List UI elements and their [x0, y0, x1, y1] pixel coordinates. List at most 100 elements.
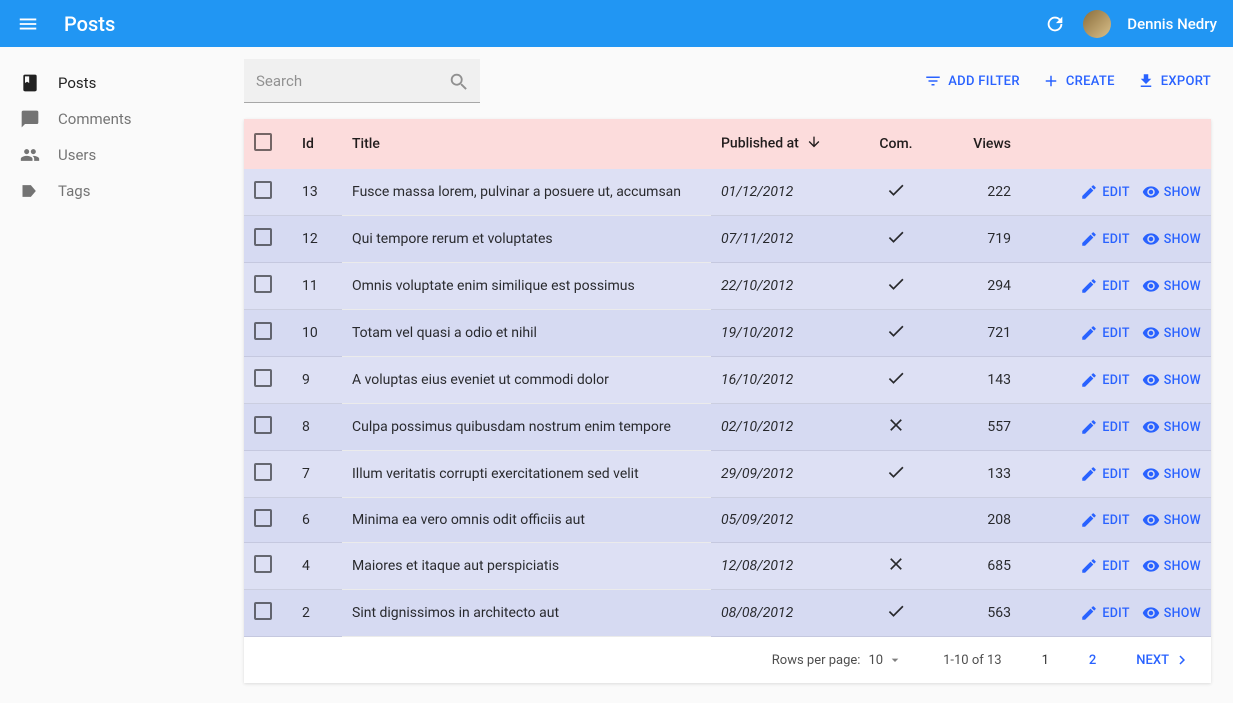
edit-button[interactable]: EDIT — [1080, 371, 1129, 389]
check-icon — [886, 282, 906, 298]
edit-button[interactable]: EDIT — [1080, 418, 1129, 436]
data-table-card: Id Title Published at Com. Views 13Fusce… — [244, 119, 1211, 683]
edit-button[interactable]: EDIT — [1080, 604, 1129, 622]
edit-button[interactable]: EDIT — [1080, 511, 1129, 529]
edit-button[interactable]: EDIT — [1080, 230, 1129, 248]
row-checkbox[interactable] — [254, 463, 272, 481]
cell-published: 22/10/2012 — [711, 263, 861, 310]
menu-button[interactable] — [16, 12, 40, 36]
col-views[interactable]: Views — [931, 119, 1021, 169]
export-button[interactable]: EXPORT — [1137, 72, 1211, 90]
edit-button[interactable]: EDIT — [1080, 557, 1129, 575]
select-all-checkbox[interactable] — [254, 133, 272, 151]
col-id[interactable]: Id — [292, 119, 342, 169]
avatar[interactable] — [1083, 10, 1111, 38]
cell-views: 563 — [931, 590, 1021, 637]
row-checkbox[interactable] — [254, 555, 272, 573]
cell-com — [861, 543, 931, 590]
people-icon — [20, 145, 40, 165]
sidebar-item-comments[interactable]: Comments — [0, 101, 244, 137]
search-input[interactable] — [244, 59, 480, 103]
chat-icon — [20, 109, 40, 129]
cell-com — [861, 263, 931, 310]
cell-published: 12/08/2012 — [711, 543, 861, 590]
next-page-button[interactable]: NEXT — [1136, 651, 1191, 669]
show-button[interactable]: SHOW — [1142, 371, 1201, 389]
sidebar-item-label: Tags — [58, 182, 90, 200]
eye-icon — [1142, 324, 1160, 342]
show-button[interactable]: SHOW — [1142, 183, 1201, 201]
col-title[interactable]: Title — [342, 119, 711, 169]
eye-icon — [1142, 511, 1160, 529]
edit-button[interactable]: EDIT — [1080, 465, 1129, 483]
row-checkbox[interactable] — [254, 369, 272, 387]
col-published[interactable]: Published at — [711, 119, 861, 169]
check-icon — [886, 470, 906, 486]
page-title: Posts — [64, 12, 1043, 36]
eye-icon — [1142, 230, 1160, 248]
show-button[interactable]: SHOW — [1142, 324, 1201, 342]
row-checkbox[interactable] — [254, 181, 272, 199]
row-checkbox[interactable] — [254, 602, 272, 620]
sidebar-item-label: Posts — [58, 74, 96, 92]
edit-button[interactable]: EDIT — [1080, 277, 1129, 295]
show-button[interactable]: SHOW — [1142, 230, 1201, 248]
table-row[interactable]: 13Fusce massa lorem, pulvinar a posuere … — [244, 169, 1211, 216]
cell-com — [861, 451, 931, 498]
cell-id: 4 — [292, 543, 342, 590]
page-2[interactable]: 2 — [1089, 653, 1096, 668]
pencil-icon — [1080, 511, 1098, 529]
row-checkbox[interactable] — [254, 322, 272, 340]
table-row[interactable]: 9A voluptas eius eveniet ut commodi dolo… — [244, 357, 1211, 404]
show-button[interactable]: SHOW — [1142, 465, 1201, 483]
cell-title: Omnis voluptate enim similique est possi… — [342, 263, 711, 310]
cell-views: 685 — [931, 543, 1021, 590]
create-button[interactable]: CREATE — [1042, 72, 1115, 90]
show-button[interactable]: SHOW — [1142, 511, 1201, 529]
table-row[interactable]: 10Totam vel quasi a odio et nihil19/10/2… — [244, 310, 1211, 357]
table-row[interactable]: 8Culpa possimus quibusdam nostrum enim t… — [244, 404, 1211, 451]
row-checkbox[interactable] — [254, 416, 272, 434]
sidebar-item-users[interactable]: Users — [0, 137, 244, 173]
eye-icon — [1142, 557, 1160, 575]
cell-id: 11 — [292, 263, 342, 310]
row-checkbox[interactable] — [254, 275, 272, 293]
eye-icon — [1142, 604, 1160, 622]
show-button[interactable]: SHOW — [1142, 604, 1201, 622]
cell-com — [861, 404, 931, 451]
edit-button[interactable]: EDIT — [1080, 183, 1129, 201]
row-checkbox[interactable] — [254, 509, 272, 527]
search-icon — [448, 71, 470, 97]
pencil-icon — [1080, 604, 1098, 622]
table-row[interactable]: 11Omnis voluptate enim similique est pos… — [244, 263, 1211, 310]
show-button[interactable]: SHOW — [1142, 418, 1201, 436]
table-row[interactable]: 2Sint dignissimos in architecto aut08/08… — [244, 590, 1211, 637]
edit-button[interactable]: EDIT — [1080, 324, 1129, 342]
refresh-button[interactable] — [1043, 12, 1067, 36]
check-icon — [886, 609, 906, 625]
add-filter-button[interactable]: ADD FILTER — [924, 72, 1020, 90]
table-row[interactable]: 6Minima ea vero omnis odit officiis aut0… — [244, 498, 1211, 543]
cell-id: 9 — [292, 357, 342, 404]
sidebar-item-label: Comments — [58, 110, 132, 128]
cell-published: 19/10/2012 — [711, 310, 861, 357]
username[interactable]: Dennis Nedry — [1127, 15, 1217, 33]
pencil-icon — [1080, 324, 1098, 342]
pencil-icon — [1080, 230, 1098, 248]
rows-per-page-select[interactable]: 10 — [868, 652, 903, 668]
cell-id: 10 — [292, 310, 342, 357]
table-row[interactable]: 7Illum veritatis corrupti exercitationem… — [244, 451, 1211, 498]
cell-published: 08/08/2012 — [711, 590, 861, 637]
cell-title: Maiores et itaque aut perspiciatis — [342, 543, 711, 590]
page-1[interactable]: 1 — [1042, 653, 1049, 668]
sidebar-item-tags[interactable]: Tags — [0, 173, 244, 209]
show-button[interactable]: SHOW — [1142, 557, 1201, 575]
show-button[interactable]: SHOW — [1142, 277, 1201, 295]
table-row[interactable]: 4Maiores et itaque aut perspiciatis12/08… — [244, 543, 1211, 590]
sidebar-item-posts[interactable]: Posts — [0, 65, 244, 101]
col-com[interactable]: Com. — [861, 119, 931, 169]
table-row[interactable]: 12Qui tempore rerum et voluptates07/11/2… — [244, 216, 1211, 263]
cell-id: 13 — [292, 169, 342, 216]
plus-icon — [1042, 72, 1060, 90]
row-checkbox[interactable] — [254, 228, 272, 246]
